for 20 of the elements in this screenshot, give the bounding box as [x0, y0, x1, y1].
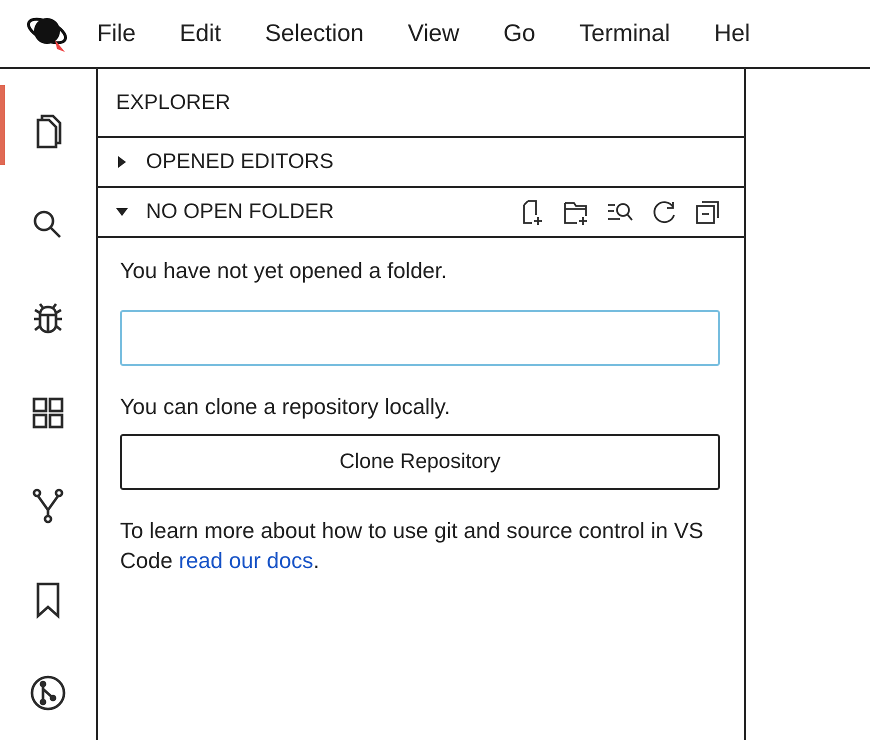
- section-header[interactable]: OPENED EDITORS: [146, 150, 744, 174]
- docs-text: To learn more about how to use git and source control in VS Code read our docs.: [120, 517, 704, 575]
- menu-item[interactable]: Edit: [180, 20, 222, 48]
- branch-circle-icon[interactable]: [28, 673, 68, 714]
- info-text: You have not yet opened a folder.: [120, 258, 448, 284]
- input-field[interactable]: [120, 310, 720, 366]
- collapse-all-icon[interactable]: [694, 198, 722, 226]
- menu-item[interactable]: File: [97, 20, 136, 48]
- menu-item[interactable]: Terminal: [579, 20, 670, 48]
- menu-item[interactable]: Selection: [265, 20, 364, 48]
- menu-item[interactable]: Go: [503, 20, 536, 48]
- menu-item[interactable]: Hel: [714, 20, 750, 48]
- clone-repository-button[interactable]: Clone Repository: [120, 434, 720, 490]
- sidebar-title: EXPLORER: [116, 90, 230, 114]
- docs-link[interactable]: read our docs: [178, 548, 314, 573]
- caret-down-icon[interactable]: [116, 206, 128, 218]
- info-text: You can clone a repository locally.: [120, 394, 452, 420]
- caret-right-icon[interactable]: [116, 156, 128, 168]
- section-header[interactable]: NO OPEN FOLDER: [146, 200, 518, 224]
- menu-item[interactable]: View: [408, 20, 460, 48]
